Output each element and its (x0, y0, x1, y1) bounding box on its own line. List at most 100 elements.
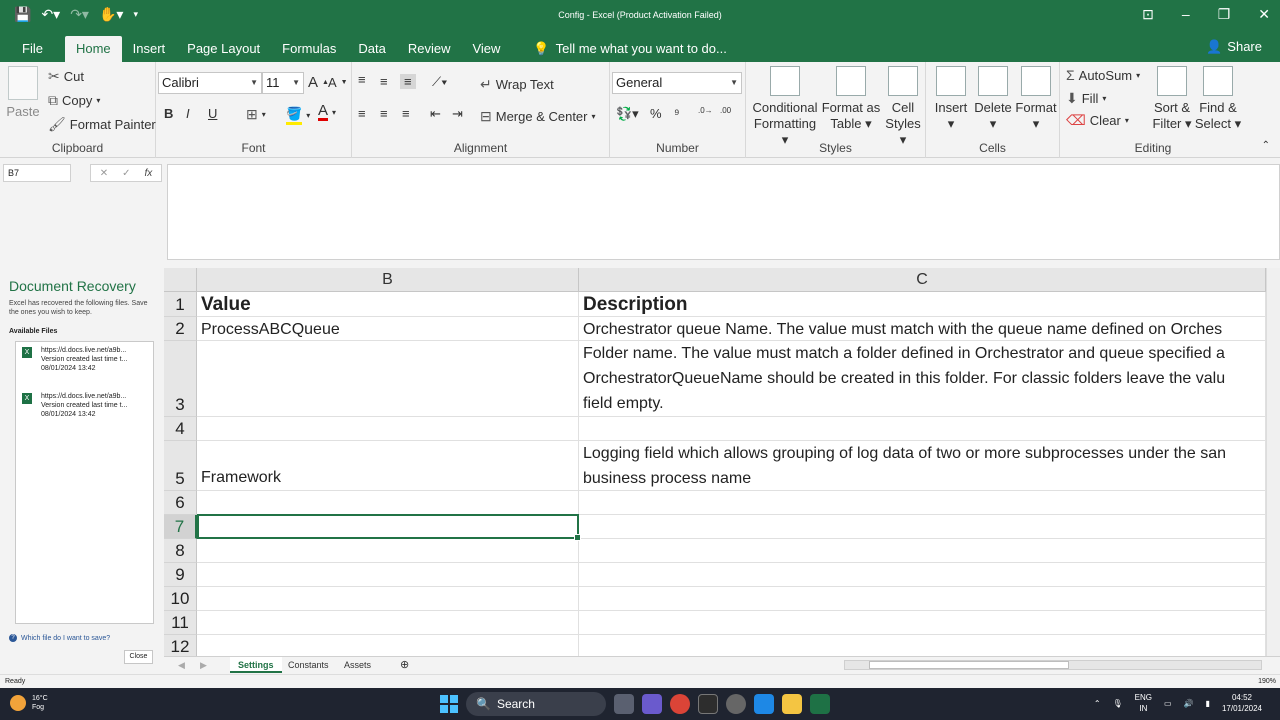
wrap-text-button[interactable]: ↵ Wrap Text (480, 76, 554, 93)
percent-button[interactable]: % (650, 106, 662, 121)
column-header-b[interactable]: B (197, 268, 579, 292)
row-header-2[interactable]: 2 (164, 317, 197, 341)
decrease-indent-icon[interactable]: ⇤ (430, 106, 441, 122)
cell-b4[interactable] (197, 417, 579, 441)
cell-b2[interactable]: ProcessABCQueue (197, 317, 579, 341)
format-painter-button[interactable]: 🖌 Format Painter (48, 116, 156, 133)
zoom-level[interactable]: 190% (1258, 675, 1276, 689)
shrink-font-button[interactable]: A ▼ (328, 75, 348, 90)
row-header-6[interactable]: 6 (164, 491, 197, 515)
share-button[interactable]: 👤 Share (1198, 36, 1270, 58)
clock[interactable]: 04:52 17/01/2024 (1222, 692, 1262, 714)
tab-review[interactable]: Review (397, 36, 462, 62)
tab-formulas[interactable]: Formulas (271, 36, 347, 62)
cancel-icon[interactable]: ✕ (100, 168, 108, 179)
sheet-tab-assets[interactable]: Assets (336, 657, 379, 673)
cell-c9[interactable] (579, 563, 1266, 587)
cell-c6[interactable] (579, 491, 1266, 515)
tab-data[interactable]: Data (347, 36, 396, 62)
prev-sheet-icon[interactable]: ◀ (170, 657, 193, 673)
row-header-8[interactable]: 8 (164, 539, 197, 563)
tab-page-layout[interactable]: Page Layout (176, 36, 271, 62)
cell-c1[interactable]: Description (579, 292, 1266, 317)
language-indicator[interactable]: ENG IN (1135, 692, 1152, 714)
terminal-icon[interactable] (698, 694, 718, 714)
cell-b12[interactable] (197, 635, 579, 656)
maximize-button[interactable]: ❐ (1218, 6, 1231, 23)
orientation-icon[interactable]: ⟋▾ (432, 74, 447, 90)
chat-icon[interactable] (642, 694, 662, 714)
chrome-icon[interactable] (670, 694, 690, 714)
tell-me-box[interactable]: 💡 Tell me what you want to do... (511, 36, 726, 62)
font-size-select[interactable]: 11 ▼ (262, 72, 304, 94)
volume-icon[interactable]: 🔊 (1184, 699, 1194, 708)
row-header-3[interactable]: 3 (164, 341, 197, 417)
app-icon[interactable] (754, 694, 774, 714)
formula-input[interactable] (167, 164, 1280, 260)
format-cells-button[interactable]: Format ▾ (1014, 66, 1058, 132)
add-sheet-icon[interactable]: ⊕ (392, 657, 417, 673)
cell-c3[interactable]: Folder name. The value must match a fold… (579, 341, 1266, 417)
cell-b3[interactable] (197, 341, 579, 417)
row-header-1[interactable]: 1 (164, 292, 197, 317)
find-select-button[interactable]: Find & Select ▾ (1194, 66, 1242, 132)
enter-icon[interactable]: ✓ (122, 168, 130, 179)
windows-start-icon[interactable] (440, 695, 458, 713)
delete-cells-button[interactable]: Delete ▾ (972, 66, 1014, 132)
decrease-decimal-icon[interactable]: .00 (720, 106, 731, 115)
row-header-7[interactable]: 7 (164, 515, 197, 539)
select-all-corner[interactable] (164, 268, 197, 292)
recovered-file-item[interactable]: X https://d.docs.live.net/a9b... Version… (22, 346, 152, 373)
tab-home[interactable]: Home (64, 36, 122, 62)
number-format-select[interactable]: General ▼ (612, 72, 742, 94)
cell-c5[interactable]: Logging field which allows grouping of l… (579, 441, 1266, 491)
horizontal-scroll-thumb[interactable] (869, 661, 1069, 669)
vertical-scrollbar[interactable] (1266, 268, 1280, 656)
cell-b11[interactable] (197, 611, 579, 635)
format-as-table-button[interactable]: Format as Table ▾ (820, 66, 882, 132)
taskbar-search[interactable]: 🔍 Search (466, 692, 606, 716)
file-explorer-icon[interactable] (782, 694, 802, 714)
collapse-ribbon-icon[interactable]: ⌃ (1262, 140, 1270, 151)
cell-b10[interactable] (197, 587, 579, 611)
font-color-button[interactable]: A ▾ (318, 103, 336, 121)
ribbon-display-icon[interactable]: ⊡ (1142, 6, 1154, 23)
accounting-format-icon[interactable]: 💱▾ (616, 106, 639, 122)
cell-c10[interactable] (579, 587, 1266, 611)
cell-c12[interactable] (579, 635, 1266, 656)
italic-button[interactable]: I (186, 106, 190, 121)
cell-c11[interactable] (579, 611, 1266, 635)
settings-icon[interactable] (726, 694, 746, 714)
which-file-link[interactable]: ? Which file do I want to save? (9, 634, 110, 642)
recovered-file-item[interactable]: X https://d.docs.live.net/a9b... Version… (22, 392, 152, 419)
font-name-select[interactable]: Calibri ▼ (158, 72, 262, 94)
comma-button[interactable]: ⁹ (674, 106, 680, 121)
clear-button[interactable]: ⌫ Clear ▾ (1066, 112, 1129, 129)
cell-b1[interactable]: Value (197, 292, 579, 317)
copy-button[interactable]: ⧉ Copy ▾ (48, 92, 100, 109)
cell-b8[interactable] (197, 539, 579, 563)
grow-font-button[interactable]: A ▲ (308, 74, 329, 91)
tab-insert[interactable]: Insert (122, 36, 177, 62)
paste-button[interactable]: Paste (6, 66, 40, 120)
name-box[interactable]: B7 (3, 164, 71, 182)
middle-align-icon[interactable]: ≡ (380, 74, 388, 89)
sheet-tab-settings[interactable]: Settings (230, 657, 282, 673)
minimize-button[interactable]: – (1182, 6, 1190, 23)
cell-b9[interactable] (197, 563, 579, 587)
autosum-button[interactable]: Σ AutoSum ▾ (1066, 67, 1140, 83)
task-view-icon[interactable] (614, 694, 634, 714)
underline-button[interactable]: U (208, 106, 217, 121)
merge-center-button[interactable]: ⊟ Merge & Center ▾ (480, 108, 596, 125)
microphone-icon[interactable]: 🎙 (1113, 699, 1123, 708)
excel-icon[interactable] (810, 694, 830, 714)
align-left-icon[interactable]: ≡ (358, 106, 366, 121)
weather-widget[interactable]: 16°C Fog (10, 694, 48, 712)
network-icon[interactable]: ▭ (1164, 699, 1172, 708)
row-header-5[interactable]: 5 (164, 441, 197, 491)
row-header-11[interactable]: 11 (164, 611, 197, 635)
sheet-tab-constants[interactable]: Constants (280, 657, 337, 673)
insert-function-icon[interactable]: fx (145, 168, 153, 179)
row-header-10[interactable]: 10 (164, 587, 197, 611)
tab-view[interactable]: View (461, 36, 511, 62)
